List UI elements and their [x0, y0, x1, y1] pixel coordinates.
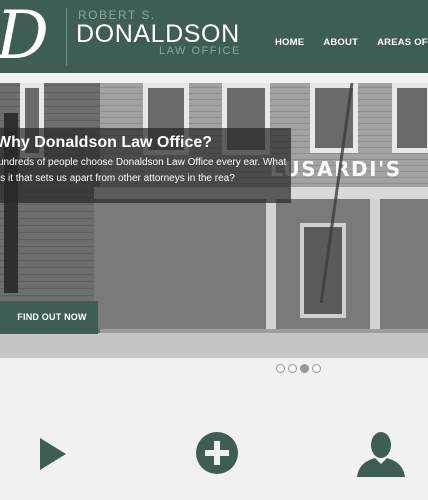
play-icon[interactable] [40, 438, 66, 470]
nav-about[interactable]: ABOUT [323, 37, 358, 48]
carousel-dot-3[interactable] [300, 364, 309, 373]
carousel-dot-1[interactable] [276, 364, 285, 373]
logo-divider [66, 8, 67, 66]
storefront-pillar [266, 199, 276, 329]
carousel-dot-2[interactable] [288, 364, 297, 373]
nav-areas[interactable]: AREAS OF P [377, 37, 428, 48]
hero-body: undreds of people choose Donaldson Law O… [0, 157, 287, 184]
plus-circle-icon[interactable] [196, 432, 238, 474]
firm-subtitle: LAW OFFICE [159, 45, 241, 57]
carousel-dots [276, 364, 321, 373]
hero-title: Why Donaldson Law Office? [0, 134, 213, 151]
sidewalk [0, 333, 428, 358]
carousel-dot-4[interactable] [312, 364, 321, 373]
nav-home[interactable]: HOME [275, 37, 304, 48]
site-header: D ROBERT S. DONALDSON LAW OFFICE HOME AB… [0, 0, 428, 73]
find-out-now-button[interactable]: FIND OUT NOW [0, 301, 98, 334]
user-icon[interactable] [357, 431, 405, 477]
logo-monogram[interactable]: D [0, 0, 49, 73]
main-nav: HOME ABOUT AREAS OF P [275, 37, 428, 48]
